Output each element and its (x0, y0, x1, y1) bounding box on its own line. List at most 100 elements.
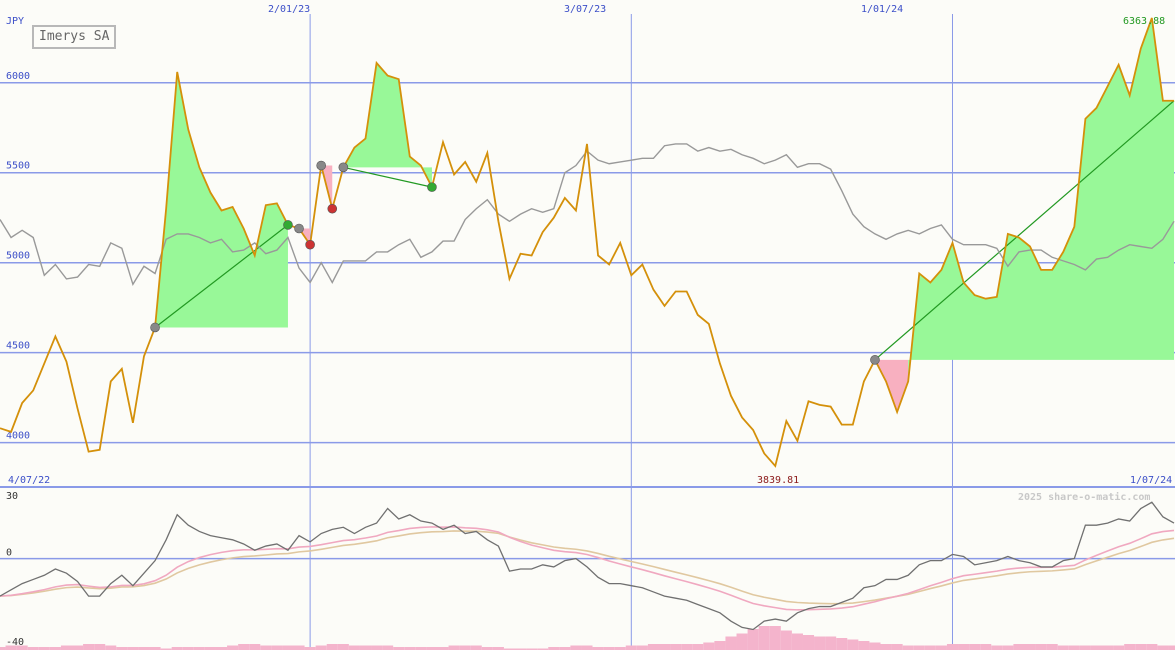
volume-bar (935, 645, 947, 650)
volume-bar (946, 644, 959, 650)
currency-label: JPY (6, 16, 24, 27)
chart-title: Imerys SA (32, 25, 117, 49)
volume-bar (1102, 645, 1114, 650)
y-tick-label: 4500 (6, 341, 30, 352)
volume-bar (581, 645, 593, 650)
volume-bar (1135, 644, 1147, 650)
volume-bar (1090, 645, 1103, 650)
volume-bar (1124, 644, 1136, 650)
volume-bar (636, 645, 648, 650)
x-date-label: 3/07/23 (564, 4, 606, 15)
volume-bar (692, 644, 704, 650)
volume-bar (714, 641, 726, 650)
trend-line (343, 166, 433, 188)
volume-bar (348, 645, 360, 650)
volume-bar (1035, 644, 1047, 650)
volume-bar (1079, 645, 1091, 650)
volume-bar (891, 644, 903, 650)
volume-bar (969, 644, 981, 650)
trade-marker (283, 220, 293, 230)
gain-region (343, 62, 432, 188)
volume-bar (791, 633, 803, 650)
volume-bar (448, 645, 460, 650)
volume-bar (83, 644, 95, 650)
volume-bar (814, 636, 826, 650)
trade-marker (305, 239, 315, 250)
volume-bar (725, 636, 737, 650)
volume-bar (271, 645, 283, 650)
volume-bar (1113, 645, 1125, 650)
volume-bar (282, 645, 294, 650)
volume-bar (658, 644, 671, 650)
volume-bar (94, 644, 106, 650)
x-end-label: 1/07/24 (1130, 475, 1172, 486)
volume-bar (847, 639, 859, 650)
volume-bar (1002, 645, 1014, 650)
max-price-label: 6363.88 (1123, 16, 1165, 27)
indicator-tick-label: -40 (6, 637, 24, 648)
volume-bar (1168, 645, 1175, 650)
volume-bar (958, 644, 970, 650)
y-tick-label: 5500 (6, 161, 30, 172)
volume-bar (249, 644, 261, 650)
volume-bar (71, 645, 84, 650)
volume-bar (902, 645, 914, 650)
volume-bar (769, 626, 781, 650)
volume-bar (758, 626, 770, 650)
trade-marker (870, 355, 880, 365)
volume-bar (227, 645, 239, 650)
volume-bar (836, 638, 848, 650)
volume-bar (1157, 645, 1169, 650)
volume-bar (825, 636, 837, 650)
volume-bar (1068, 645, 1080, 650)
volume-bar (670, 644, 682, 650)
volume-bar (980, 644, 992, 650)
watermark: 2025 share-o-matic.com (1018, 491, 1150, 503)
stock-chart: 40004500500055006000 300-40 JPY 4/07/22 … (0, 4, 1175, 650)
volume-bar (858, 641, 870, 650)
volume-bar (681, 644, 693, 650)
indicator-tick-label: 30 (6, 491, 18, 502)
trade-marker (327, 203, 338, 214)
volume-bar (880, 644, 892, 650)
indicator-tick-label: 0 (6, 548, 12, 559)
volume-bar (359, 645, 372, 650)
volume-bar (869, 642, 881, 650)
volume-bar (802, 635, 815, 650)
volume-bar (924, 645, 936, 650)
x-date-label: 1/01/24 (861, 4, 903, 15)
volume-bar (1146, 644, 1158, 650)
volume-bar (736, 633, 748, 650)
volume-bar (315, 645, 327, 650)
gain-region (908, 17, 1174, 382)
volume-bar (647, 644, 659, 650)
trade-marker (294, 223, 304, 234)
min-price-label: 3839.81 (757, 475, 799, 486)
volume-bar (60, 645, 72, 650)
trade-marker (338, 162, 349, 173)
volume-bar (293, 645, 305, 650)
trade-marker (150, 322, 160, 333)
volume-bar (1013, 644, 1025, 650)
indicator-panel: 30 0 -40 (0, 491, 1175, 650)
volume-bar (337, 644, 349, 650)
y-tick-label: 6000 (6, 71, 30, 82)
y-tick-label: 5000 (6, 251, 30, 262)
volume-bar (780, 630, 792, 650)
volume-bar (459, 645, 471, 650)
volume-bar (260, 645, 272, 650)
momentum-line (0, 501, 1175, 631)
volume-bar (105, 645, 117, 650)
volume-bar (238, 644, 250, 650)
volume-bar (1046, 644, 1058, 650)
volume-bar (625, 645, 637, 650)
volume-bar (371, 645, 383, 650)
volume-bar (382, 645, 394, 650)
x-date-label: 2/01/23 (268, 4, 310, 15)
volume-bar (747, 629, 759, 650)
volume-bar (991, 645, 1003, 650)
volume-bar (1057, 645, 1069, 650)
volume-bar (1024, 644, 1036, 650)
signal-fast-line (0, 526, 1175, 611)
volume-bar (703, 642, 715, 650)
